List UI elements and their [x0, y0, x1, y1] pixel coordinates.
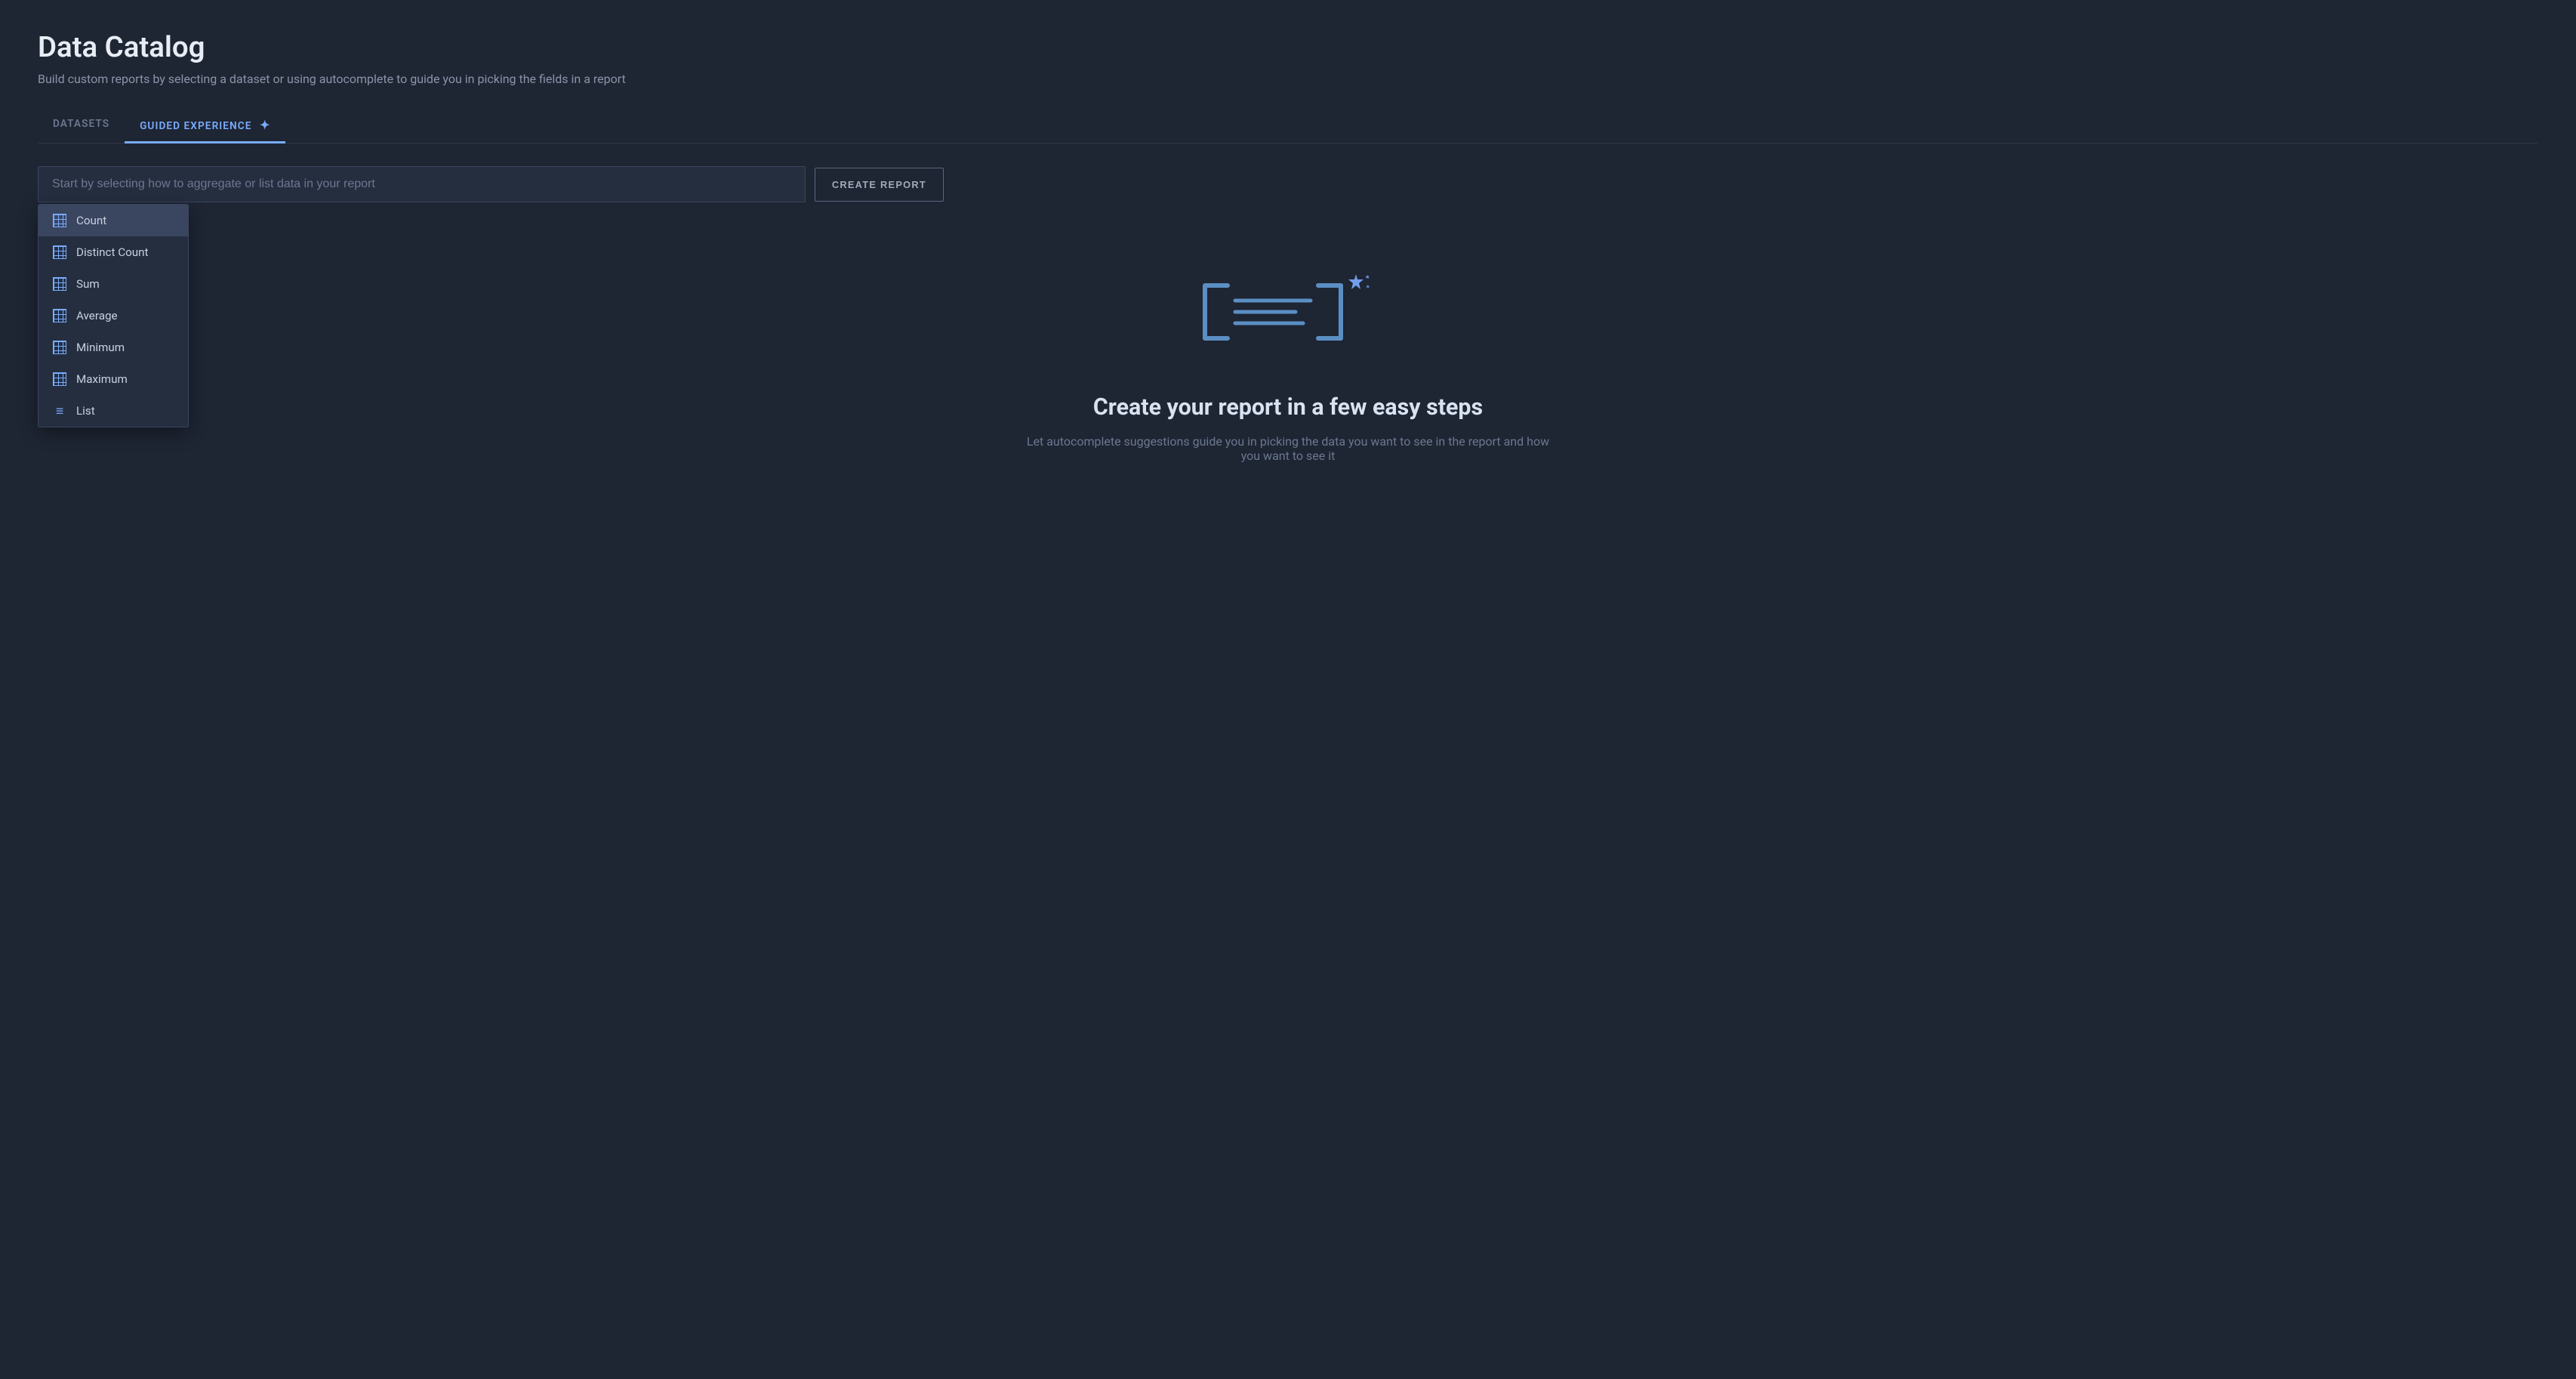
average-grid-icon	[52, 308, 67, 323]
hero-illustration	[1182, 263, 1394, 364]
dropdown-item-list[interactable]: List	[39, 395, 188, 427]
dropdown-item-minimum[interactable]: Minimum	[39, 332, 188, 363]
search-input[interactable]	[38, 166, 806, 202]
tab-datasets[interactable]: DATASETS	[38, 109, 125, 143]
hero-title: Create your report in a few easy steps	[1093, 394, 1483, 421]
list-list-icon	[52, 403, 67, 418]
dropdown-label-distinct-count: Distinct Count	[76, 245, 149, 259]
dropdown-item-maximum[interactable]: Maximum	[39, 363, 188, 395]
tab-guided-label: GUIDED EXPERIENCE	[140, 120, 251, 132]
hero-description: Let autocomplete suggestions guide you i…	[1024, 434, 1552, 463]
dropdown-item-distinct-count[interactable]: Distinct Count	[39, 236, 188, 268]
dropdown-label-minimum: Minimum	[76, 341, 125, 354]
maximum-grid-icon	[52, 372, 67, 387]
dropdown-label-sum: Sum	[76, 277, 100, 291]
sparkle-icon: ✦	[260, 118, 271, 132]
dropdown-wrapper: Count Distinct Count Sum Average Minimum	[38, 204, 189, 427]
page-subtitle: Build custom reports by selecting a data…	[38, 72, 2538, 86]
create-report-button[interactable]: CREATE REPORT	[815, 168, 944, 202]
page-title: Data Catalog	[38, 30, 2538, 64]
dropdown-label-average: Average	[76, 309, 118, 322]
hero-area: Create your report in a few easy steps L…	[38, 263, 2538, 463]
distinct-count-grid-icon	[52, 245, 67, 260]
tab-bar: DATASETS GUIDED EXPERIENCE ✦	[38, 109, 2538, 143]
dropdown-item-average[interactable]: Average	[39, 300, 188, 332]
dropdown-item-sum[interactable]: Sum	[39, 268, 188, 300]
tab-guided-experience[interactable]: GUIDED EXPERIENCE ✦	[125, 109, 285, 143]
count-grid-icon	[52, 213, 67, 228]
dropdown-item-count[interactable]: Count	[39, 205, 188, 236]
sum-grid-icon	[52, 276, 67, 292]
dropdown-label-list: List	[76, 404, 95, 418]
search-area: CREATE REPORT Count Distinct Count Sum A…	[38, 166, 944, 202]
dropdown-menu: Count Distinct Count Sum Average Minimum	[38, 204, 189, 427]
dropdown-label-maximum: Maximum	[76, 372, 128, 386]
dropdown-label-count: Count	[76, 214, 106, 227]
minimum-grid-icon	[52, 340, 67, 355]
